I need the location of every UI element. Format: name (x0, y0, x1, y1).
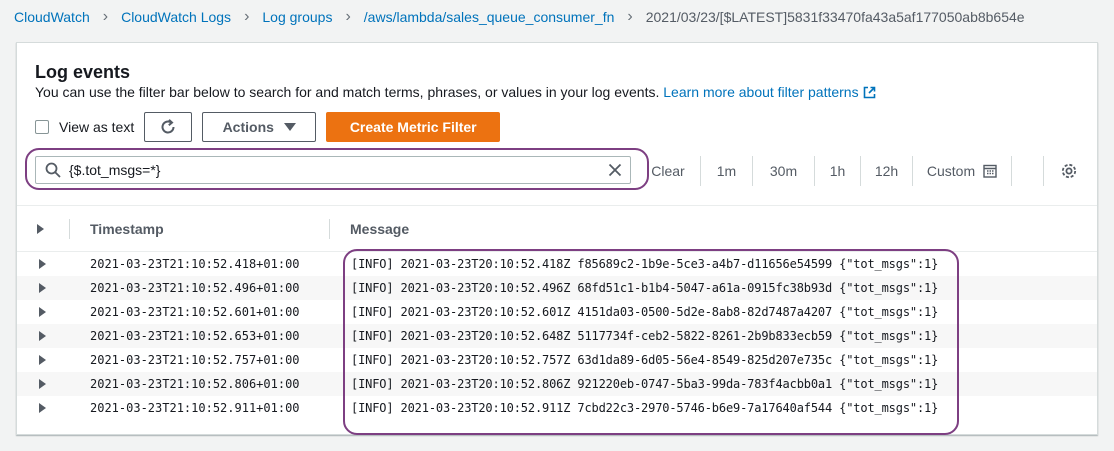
caret-right-icon (39, 355, 46, 365)
breadcrumb-cloudwatch[interactable]: CloudWatch (14, 9, 90, 25)
table-row[interactable]: 2021-03-23T21:10:52.496+01:00 [INFO] 202… (17, 276, 1097, 300)
time-range-clear[interactable]: Clear (636, 156, 700, 186)
breadcrumb-log-group[interactable]: /aws/lambda/sales_queue_consumer_fn (364, 9, 615, 25)
chevron-right-icon: › (345, 8, 351, 25)
row-timestamp: 2021-03-23T21:10:52.496+01:00 (90, 281, 300, 295)
row-timestamp: 2021-03-23T21:10:52.418+01:00 (90, 257, 300, 271)
filter-highlight-annotation (25, 148, 649, 190)
calendar-icon (983, 164, 997, 178)
column-divider[interactable] (69, 219, 70, 239)
row-message: [INFO] 2021-03-23T20:10:52.757Z 63d1da89… (351, 353, 939, 367)
table-row[interactable]: 2021-03-23T21:10:52.418+01:00 [INFO] 202… (17, 252, 1097, 276)
table-row[interactable]: 2021-03-23T21:10:52.653+01:00 [INFO] 202… (17, 324, 1097, 348)
caret-right-icon (39, 259, 46, 269)
actions-dropdown[interactable]: Actions (202, 112, 317, 142)
expand-row-toggle[interactable] (39, 396, 46, 420)
table-row[interactable]: 2021-03-23T21:10:52.757+01:00 [INFO] 202… (17, 348, 1097, 372)
table-header: Timestamp Message (17, 206, 1097, 252)
expand-row-toggle[interactable] (39, 348, 46, 372)
gear-icon[interactable] (1060, 162, 1078, 180)
breadcrumb-log-stream: 2021/03/23/[$LATEST]5831f33470fa43a5af17… (645, 9, 1025, 25)
expand-row-toggle[interactable] (39, 372, 46, 396)
row-message: [INFO] 2021-03-23T20:10:52.496Z 68fd51c1… (351, 281, 939, 295)
panel-description: You can use the filter bar below to sear… (35, 84, 876, 102)
refresh-icon (159, 118, 177, 136)
caret-right-icon (39, 283, 46, 293)
expand-row-toggle[interactable] (39, 276, 46, 300)
table-row[interactable]: 2021-03-23T21:10:52.806+01:00 [INFO] 202… (17, 372, 1097, 396)
toolbar: View as text Actions Create Metric Filte… (35, 112, 501, 142)
row-timestamp: 2021-03-23T21:10:52.653+01:00 (90, 329, 300, 343)
time-range-1h[interactable]: 1h (814, 156, 860, 186)
toolbar-divider (1043, 156, 1044, 186)
description-text: You can use the filter bar below to sear… (35, 84, 660, 100)
caret-right-icon (37, 223, 44, 234)
page-title: Log events (35, 62, 131, 82)
expand-all-toggle[interactable] (37, 206, 67, 251)
breadcrumb-cloudwatch-logs[interactable]: CloudWatch Logs (121, 9, 231, 25)
breadcrumb-log-groups[interactable]: Log groups (262, 9, 332, 25)
learn-more-link[interactable]: Learn more about filter patterns (663, 84, 875, 100)
time-range-1m[interactable]: 1m (700, 156, 752, 186)
actions-label: Actions (222, 119, 274, 135)
caret-right-icon (39, 403, 46, 413)
caret-right-icon (39, 331, 46, 341)
view-as-text-label: View as text (59, 119, 135, 135)
time-range-custom[interactable]: Custom (912, 156, 1012, 186)
chevron-right-icon: › (627, 8, 633, 25)
external-link-icon (863, 86, 876, 102)
row-message: [INFO] 2021-03-23T20:10:52.911Z 7cbd22c3… (351, 401, 939, 415)
custom-label: Custom (926, 163, 976, 179)
column-header-timestamp[interactable]: Timestamp (90, 206, 164, 251)
row-timestamp: 2021-03-23T21:10:52.911+01:00 (90, 401, 300, 415)
refresh-button[interactable] (144, 112, 193, 142)
row-message: [INFO] 2021-03-23T20:10:52.648Z 5117734f… (351, 329, 939, 343)
view-as-text-toggle[interactable]: View as text (35, 119, 134, 135)
expand-row-toggle[interactable] (39, 300, 46, 324)
row-message: [INFO] 2021-03-23T20:10:52.418Z f85689c2… (351, 257, 939, 271)
expand-row-toggle[interactable] (39, 324, 46, 348)
expand-row-toggle[interactable] (39, 252, 46, 276)
table-row[interactable]: 2021-03-23T21:10:52.911+01:00 [INFO] 202… (17, 396, 1097, 420)
caret-right-icon (39, 307, 46, 317)
time-range-30m[interactable]: 30m (752, 156, 814, 186)
time-range-12h[interactable]: 12h (860, 156, 912, 186)
caret-right-icon (39, 379, 46, 389)
time-range-selector: Clear 1m 30m 1h 12h Custom (636, 156, 1012, 186)
breadcrumb: CloudWatch › CloudWatch Logs › Log group… (14, 0, 1025, 34)
view-as-text-checkbox[interactable] (35, 120, 49, 134)
caret-down-icon (283, 123, 296, 131)
row-timestamp: 2021-03-23T21:10:52.757+01:00 (90, 353, 300, 367)
table-row[interactable]: 2021-03-23T21:10:52.601+01:00 [INFO] 202… (17, 300, 1097, 324)
row-timestamp: 2021-03-23T21:10:52.601+01:00 (90, 305, 300, 319)
column-divider[interactable] (329, 219, 330, 239)
learn-more-label: Learn more about filter patterns (663, 84, 859, 100)
row-message: [INFO] 2021-03-23T20:10:52.806Z 921220eb… (351, 377, 939, 391)
chevron-right-icon: › (102, 8, 109, 25)
create-metric-filter-button[interactable]: Create Metric Filter (326, 112, 501, 142)
log-events-panel: Log events You can use the filter bar be… (16, 42, 1098, 435)
log-events-table-body: 2021-03-23T21:10:52.418+01:00 [INFO] 202… (17, 252, 1097, 420)
column-header-message[interactable]: Message (350, 206, 409, 251)
row-message: [INFO] 2021-03-23T20:10:52.601Z 4151da03… (351, 305, 939, 319)
chevron-right-icon: › (244, 8, 250, 25)
row-timestamp: 2021-03-23T21:10:52.806+01:00 (90, 377, 300, 391)
